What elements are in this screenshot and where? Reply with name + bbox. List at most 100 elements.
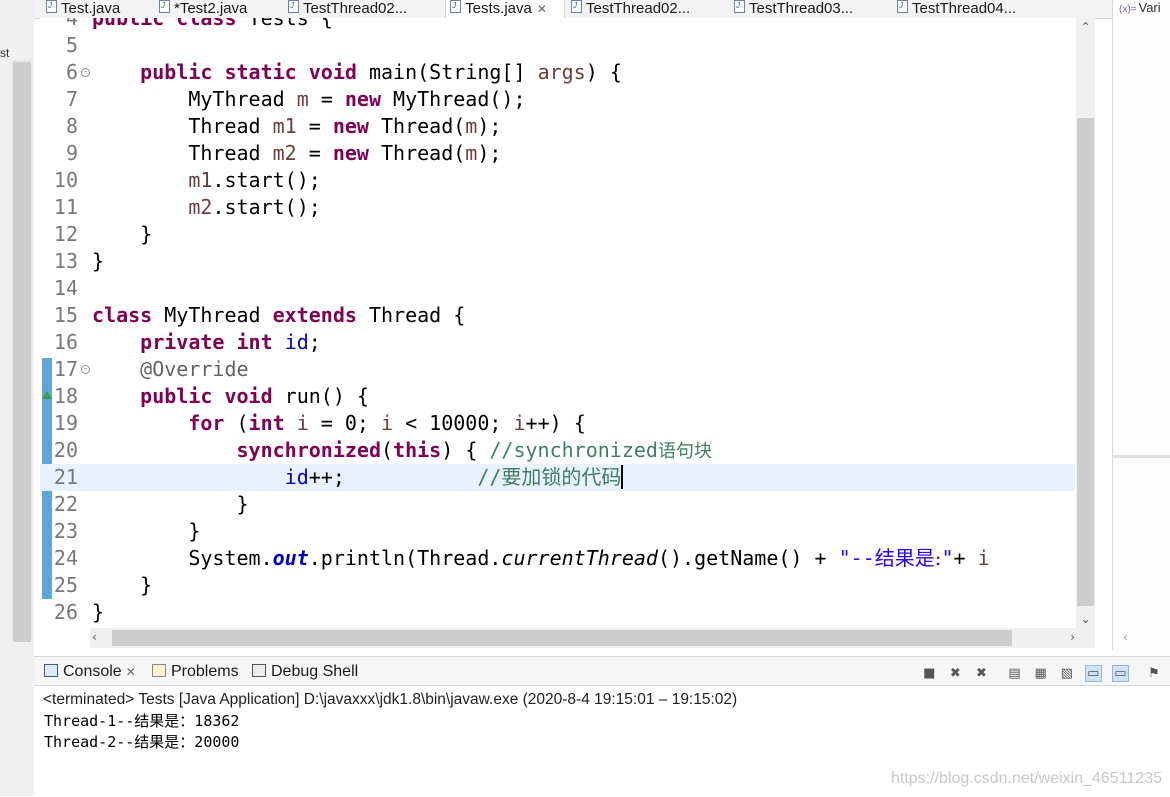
code-line-9[interactable]: 9 Thread m2 = new Thread(m); bbox=[40, 140, 1075, 167]
show-on-stderr-icon[interactable]: ▭ bbox=[1111, 665, 1129, 682]
fold-toggle-icon[interactable] bbox=[81, 68, 90, 77]
console-output-line: Thread-2--结果是：20000 bbox=[44, 733, 240, 751]
line-number: 7 bbox=[65, 87, 78, 111]
code-text: } bbox=[92, 222, 153, 246]
code-text: class MyThread extends Thread { bbox=[92, 303, 466, 327]
code-line-13[interactable]: 13 } bbox=[40, 248, 1075, 275]
code-line-19[interactable]: 19 for (int i = 0; i < 10000; i++) { bbox=[40, 410, 1075, 437]
code-text: for (int i = 0; i < 10000; i++) { bbox=[188, 411, 586, 435]
tab-label: Debug Shell bbox=[271, 663, 359, 680]
code-text: public static void main(String[] args) { bbox=[140, 60, 622, 84]
remove-launch-icon[interactable]: ✖ bbox=[947, 666, 963, 682]
code-line-15[interactable]: 15 class MyThread extends Thread { bbox=[40, 302, 1075, 329]
stop-icon[interactable]: ■ bbox=[921, 666, 937, 682]
code-line-12[interactable]: 12 } bbox=[40, 221, 1075, 248]
tab-label: TestThread02... bbox=[303, 0, 408, 17]
java-file-icon bbox=[159, 0, 170, 13]
line-number: 17 bbox=[53, 357, 78, 381]
scroll-up-arrow-icon[interactable]: ⌃ bbox=[1076, 20, 1095, 34]
problems-icon bbox=[152, 664, 166, 677]
editor-tab-testthread03[interactable]: TestThread03... bbox=[734, 0, 884, 18]
code-editor[interactable]: 4 public class Tests { 5 6 public static… bbox=[40, 18, 1095, 630]
code-text: } bbox=[92, 573, 153, 597]
line-number: 13 bbox=[53, 249, 78, 273]
remove-all-icon[interactable]: ✖ bbox=[973, 666, 989, 682]
package-explorer-scrollbar-thumb[interactable] bbox=[13, 62, 31, 642]
tab-label: Problems bbox=[171, 663, 239, 680]
line-number: 15 bbox=[53, 303, 78, 327]
tab-label: Console bbox=[63, 663, 122, 680]
code-line-26[interactable]: 26 } bbox=[40, 599, 1075, 626]
variables-tab[interactable]: (x)= Vari bbox=[1119, 0, 1161, 15]
code-text: private int id; bbox=[140, 330, 321, 354]
line-number: 8 bbox=[65, 114, 78, 138]
tab-problems[interactable]: Problems bbox=[152, 663, 239, 681]
word-wrap-icon[interactable]: ▧ bbox=[1059, 666, 1075, 682]
package-explorer-fragment: st bbox=[0, 46, 10, 60]
close-tab-icon[interactable]: ✕ bbox=[537, 2, 547, 16]
editor-tab-testthread02-a[interactable]: TestThread02... bbox=[288, 0, 443, 18]
watermark: https://blog.csdn.net/weixin_46511235 bbox=[890, 770, 1162, 787]
tab-debug-shell[interactable]: Debug Shell bbox=[252, 663, 358, 681]
editor-tab-testthread04[interactable]: TestThread04... bbox=[897, 0, 1047, 18]
line-number: 6 bbox=[65, 60, 78, 84]
tab-console[interactable]: Console ✕ bbox=[44, 663, 136, 681]
code-text: } bbox=[92, 492, 249, 516]
code-text: Thread m2 = new Thread(m); bbox=[92, 141, 502, 165]
code-line-11[interactable]: 11 m2.start(); bbox=[40, 194, 1075, 221]
editor-horizontal-scrollbar-thumb[interactable] bbox=[112, 630, 1012, 646]
editor-tab-test2-java[interactable]: *Test2.java bbox=[159, 0, 279, 18]
code-text: public class Tests { bbox=[92, 18, 333, 30]
show-on-stdout-icon[interactable]: ▭ bbox=[1084, 665, 1102, 682]
variables-tab-label: Vari bbox=[1138, 0, 1161, 15]
close-tab-icon[interactable]: ✕ bbox=[126, 665, 136, 679]
code-line-10[interactable]: 10 m1.start(); bbox=[40, 167, 1075, 194]
editor-horizontal-scrollbar[interactable]: ‹ › bbox=[90, 628, 1095, 648]
code-line-21-current[interactable]: 21 id++; //要加锁的代码 bbox=[40, 464, 1075, 491]
code-line-8[interactable]: 8 Thread m1 = new Thread(m); bbox=[40, 113, 1075, 140]
code-line-17[interactable]: 17 @Override bbox=[40, 356, 1075, 383]
code-line-22[interactable]: 22 } bbox=[40, 491, 1075, 518]
code-line-6[interactable]: 6 public static void main(String[] args)… bbox=[40, 59, 1075, 86]
code-line-7[interactable]: 7 MyThread m = new MyThread(); bbox=[40, 86, 1075, 113]
code-text: } bbox=[92, 600, 105, 624]
editor-vertical-scrollbar-thumb[interactable] bbox=[1077, 118, 1094, 606]
scroll-left-arrow-icon[interactable]: ‹ bbox=[1123, 630, 1128, 644]
pin-console-icon[interactable]: ⚑ bbox=[1146, 666, 1162, 682]
code-line-20[interactable]: 20 synchronized(this) { //synchronized语句… bbox=[40, 437, 1075, 464]
editor-tab-tests-java[interactable]: Tests.java ✕ bbox=[445, 0, 565, 18]
clear-console-icon[interactable]: ▤ bbox=[1007, 666, 1023, 682]
code-text: } bbox=[92, 519, 201, 543]
code-line-24[interactable]: 24 System.out.println(Thread.currentThre… bbox=[40, 545, 1075, 572]
java-file-icon bbox=[571, 0, 582, 13]
tab-label: *Test2.java bbox=[174, 0, 248, 17]
code-line-18[interactable]: 18 public void run() { bbox=[40, 383, 1075, 410]
code-line-14[interactable]: 14 bbox=[40, 275, 1075, 302]
java-file-icon bbox=[288, 0, 299, 13]
debug-shell-icon bbox=[252, 664, 266, 677]
line-number: 23 bbox=[53, 519, 78, 543]
variables-panel: (x)= Vari ‹ bbox=[1112, 0, 1170, 650]
scroll-left-arrow-icon[interactable]: ‹ bbox=[92, 630, 97, 644]
line-number: 18 bbox=[53, 384, 78, 408]
line-number: 14 bbox=[53, 276, 78, 300]
code-line-25[interactable]: 25 } bbox=[40, 572, 1075, 599]
fold-toggle-icon[interactable] bbox=[81, 365, 90, 374]
code-line-23[interactable]: 23 } bbox=[40, 518, 1075, 545]
editor-tab-test-java[interactable]: Test.java bbox=[46, 0, 134, 18]
editor-tab-testthread02-b[interactable]: TestThread02... bbox=[571, 0, 721, 18]
tab-label: Tests.java bbox=[465, 0, 532, 17]
code-line-16[interactable]: 16 private int id; bbox=[40, 329, 1075, 356]
code-line-5[interactable]: 5 bbox=[40, 32, 1075, 59]
tab-label: TestThread02... bbox=[586, 0, 691, 17]
code-text: m1.start(); bbox=[188, 168, 321, 192]
code-line-4[interactable]: 4 public class Tests { bbox=[40, 18, 1075, 32]
scroll-down-arrow-icon[interactable]: ⌄ bbox=[1076, 612, 1095, 626]
scroll-lock-icon[interactable]: ▦ bbox=[1033, 666, 1049, 682]
line-number: 11 bbox=[53, 195, 78, 219]
editor-vertical-scrollbar[interactable]: ⌃ ⌄ bbox=[1076, 18, 1095, 630]
code-text: @Override bbox=[140, 357, 249, 381]
panel-separator bbox=[1113, 455, 1170, 458]
scroll-right-arrow-icon[interactable]: › bbox=[1070, 630, 1075, 644]
java-file-icon bbox=[450, 0, 462, 13]
